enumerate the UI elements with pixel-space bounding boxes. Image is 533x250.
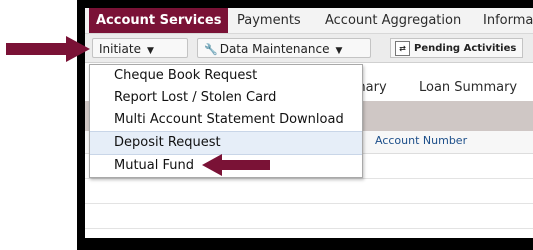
menu-item-multi-account-statement-download[interactable]: Multi Account Statement Download — [90, 109, 362, 131]
tab-account-services[interactable]: Account Services — [89, 8, 229, 33]
menu-item-report-lost-stolen-card[interactable]: Report Lost / Stolen Card — [90, 87, 362, 109]
tab-information[interactable]: Informa — [483, 8, 533, 33]
table-row — [85, 204, 533, 229]
data-maintenance-button[interactable]: 🔧 Data Maintenance ▼ — [197, 38, 371, 58]
column-header-account-number[interactable]: Account Number — [375, 134, 467, 147]
chevron-down-icon: ▼ — [335, 46, 343, 56]
tab-account-aggregation[interactable]: Account Aggregation — [325, 8, 461, 33]
tab-loan-summary[interactable]: Loan Summary — [419, 80, 517, 95]
initiate-button[interactable]: Initiate ▼ — [92, 38, 188, 58]
data-maintenance-label: Data Maintenance — [219, 42, 330, 56]
menu-item-cheque-book-request[interactable]: Cheque Book Request — [90, 65, 362, 87]
top-navigation: Account Services Payments Account Aggreg… — [85, 8, 533, 34]
pending-activities-button[interactable]: ⇄ Pending Activities — [390, 38, 524, 58]
annotation-arrow-right-icon — [6, 36, 90, 62]
annotation-arrow-left-icon — [202, 154, 270, 176]
app-window: Account Services Payments Account Aggreg… — [85, 8, 533, 238]
table-row — [85, 179, 533, 204]
chevron-down-icon: ▼ — [146, 46, 154, 56]
initiate-label: Initiate — [99, 42, 141, 56]
menu-item-deposit-request[interactable]: Deposit Request — [90, 131, 362, 155]
wrench-icon: 🔧 — [204, 43, 218, 56]
tab-payments[interactable]: Payments — [237, 8, 301, 33]
action-toolbar: Initiate ▼ 🔧 Data Maintenance ▼ ⇄ Pending Ac… — [85, 34, 533, 63]
pending-activities-icon: ⇄ — [395, 40, 410, 56]
pending-activities-label: Pending Activities — [414, 43, 517, 54]
